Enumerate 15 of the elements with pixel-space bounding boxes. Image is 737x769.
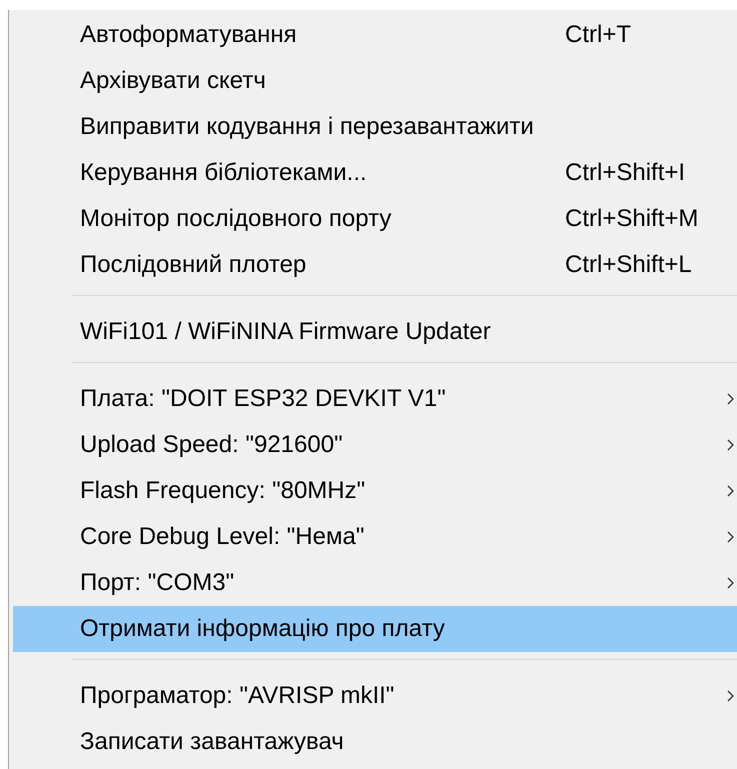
menu-item[interactable]: WiFi101 / WiFiNINA Firmware Updater [13,309,737,355]
menu-item[interactable]: Записати завантажувач [13,719,737,765]
menu-item[interactable]: Core Debug Level: "Нема" [13,514,737,560]
menu-item[interactable]: Програматор: "AVRISP mkII" [13,673,737,719]
menu-item[interactable]: Автоформатування Ctrl+T [13,12,737,58]
menu-item[interactable]: Отримати інформацію про плату [13,606,737,652]
menu-item[interactable]: Upload Speed: "921600" [13,422,737,468]
menu-item[interactable]: Flash Frequency: "80MHz" [13,468,737,514]
menu-item[interactable]: Порт: "COM3" [13,560,737,606]
menu-item[interactable]: Керування бібліотеками... Ctrl+Shift+I [13,150,737,196]
menu-item[interactable]: Монітор послідовного порту Ctrl+Shift+M [13,196,737,242]
menu-item[interactable]: Виправити кодування і перезавантажити [13,104,737,150]
menu-item[interactable]: Послідовний плотер Ctrl+Shift+L [13,242,737,288]
menu-item[interactable]: Архівувати скетч [13,58,737,104]
menu-item[interactable]: Плата: "DOIT ESP32 DEVKIT V1" [13,376,737,422]
